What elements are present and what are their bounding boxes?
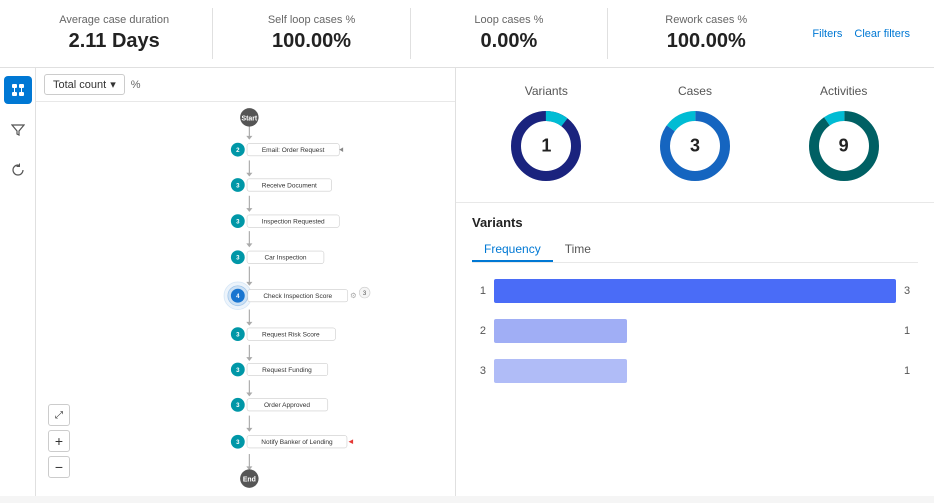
chevron-down-icon: ▾ xyxy=(110,78,116,91)
svg-text:Start: Start xyxy=(241,115,257,122)
stats-row: Variants 1 Cases xyxy=(456,68,934,203)
variant-row[interactable]: 1 3 xyxy=(472,279,918,303)
zoom-in-button[interactable]: + xyxy=(48,430,70,452)
variants-donut: 1 xyxy=(506,106,586,186)
total-count-dropdown[interactable]: Total count ▾ xyxy=(44,74,125,95)
variants-bars: 1 3 2 1 3 1 xyxy=(472,279,918,383)
variant-bar xyxy=(494,279,896,303)
metric-label: Average case duration xyxy=(32,14,196,26)
metric-card-3: Rework cases % 100.00% xyxy=(608,8,804,59)
svg-text:3: 3 xyxy=(236,439,240,446)
process-map-area: Total count ▾ % xyxy=(36,68,456,496)
variant-number: 3 xyxy=(472,365,486,377)
filters-link[interactable]: Filters xyxy=(812,28,842,40)
cases-label: Cases xyxy=(678,84,712,98)
variant-count: 1 xyxy=(904,365,918,377)
variant-number: 2 xyxy=(472,325,486,337)
activities-donut: 9 xyxy=(804,106,884,186)
variant-row[interactable]: 2 1 xyxy=(472,319,918,343)
metric-value: 100.00% xyxy=(624,30,788,53)
metric-card-2: Loop cases % 0.00% xyxy=(411,8,608,59)
activities-value: 9 xyxy=(839,136,849,157)
svg-text:4: 4 xyxy=(236,293,240,300)
svg-text:3: 3 xyxy=(363,290,367,297)
variants-label: Variants xyxy=(525,84,568,98)
metric-value: 2.11 Days xyxy=(32,30,196,53)
percent-label: % xyxy=(131,79,141,91)
variant-count: 3 xyxy=(904,285,918,297)
metric-card-1: Self loop cases % 100.00% xyxy=(213,8,410,59)
variant-number: 1 xyxy=(472,285,486,297)
sidebar-icon-filter[interactable] xyxy=(4,116,32,144)
variant-bar-wrap xyxy=(494,359,896,383)
activities-label: Activities xyxy=(820,84,867,98)
zoom-out-button[interactable]: − xyxy=(48,456,70,478)
expand-button[interactable]: ⤢ xyxy=(48,404,70,426)
metric-label: Rework cases % xyxy=(624,14,788,26)
svg-text:3: 3 xyxy=(236,367,240,374)
stat-variants: Variants 1 xyxy=(506,84,586,186)
svg-text:Car Inspection: Car Inspection xyxy=(264,255,306,262)
svg-text:3: 3 xyxy=(236,402,240,409)
metric-label: Loop cases % xyxy=(427,14,591,26)
process-map-toolbar: Total count ▾ % xyxy=(36,68,455,102)
cases-donut: 3 xyxy=(655,106,735,186)
zoom-controls: ⤢ + − xyxy=(48,404,70,478)
svg-text:⚙: ⚙ xyxy=(350,291,357,300)
sidebar-icon-process[interactable] xyxy=(4,76,32,104)
variants-title: Variants xyxy=(472,215,918,230)
svg-text:Email: Order Request: Email: Order Request xyxy=(262,147,325,154)
metric-label: Self loop cases % xyxy=(229,14,393,26)
variant-row[interactable]: 3 1 xyxy=(472,359,918,383)
process-flow-svg: Start 2 Email: Order Request 3 Receive D… xyxy=(36,102,455,494)
stat-cases: Cases 3 xyxy=(655,84,735,186)
variant-count: 1 xyxy=(904,325,918,337)
svg-text:End: End xyxy=(243,477,256,484)
sidebar-icon-refresh[interactable] xyxy=(4,156,32,184)
svg-text:Request Funding: Request Funding xyxy=(262,367,312,374)
variant-bar-wrap xyxy=(494,279,896,303)
svg-text:Order Approved: Order Approved xyxy=(264,402,310,409)
right-panel: Variants 1 Cases xyxy=(456,68,934,496)
metric-card-0: Average case duration 2.11 Days xyxy=(16,8,213,59)
variants-tabs: Frequency Time xyxy=(472,238,918,263)
tab-time[interactable]: Time xyxy=(553,238,603,262)
svg-text:2: 2 xyxy=(236,147,240,154)
svg-text:3: 3 xyxy=(236,255,240,262)
svg-text:Notify Banker of Lending: Notify Banker of Lending xyxy=(261,439,333,446)
svg-text:3: 3 xyxy=(236,218,240,225)
sidebar-icons xyxy=(0,68,36,496)
metric-value: 100.00% xyxy=(229,30,393,53)
variant-bar-wrap xyxy=(494,319,896,343)
svg-text:3: 3 xyxy=(236,182,240,189)
process-map-canvas[interactable]: Start 2 Email: Order Request 3 Receive D… xyxy=(36,102,455,494)
clear-filters-link[interactable]: Clear filters xyxy=(854,28,910,40)
svg-text:Check Inspection Score: Check Inspection Score xyxy=(263,293,332,300)
svg-text:3: 3 xyxy=(236,331,240,338)
variants-section: Variants Frequency Time 1 3 2 1 3 1 xyxy=(456,203,934,496)
stat-activities: Activities 9 xyxy=(804,84,884,186)
variants-value: 1 xyxy=(541,136,551,157)
svg-text:Receive Document: Receive Document xyxy=(262,182,317,189)
cases-value: 3 xyxy=(690,136,700,157)
metric-value: 0.00% xyxy=(427,30,591,53)
svg-text:Inspection Requested: Inspection Requested xyxy=(262,218,325,225)
tab-frequency[interactable]: Frequency xyxy=(472,238,553,262)
variant-bar xyxy=(494,319,627,343)
variant-bar xyxy=(494,359,627,383)
svg-text:Request Risk Score: Request Risk Score xyxy=(262,331,320,338)
